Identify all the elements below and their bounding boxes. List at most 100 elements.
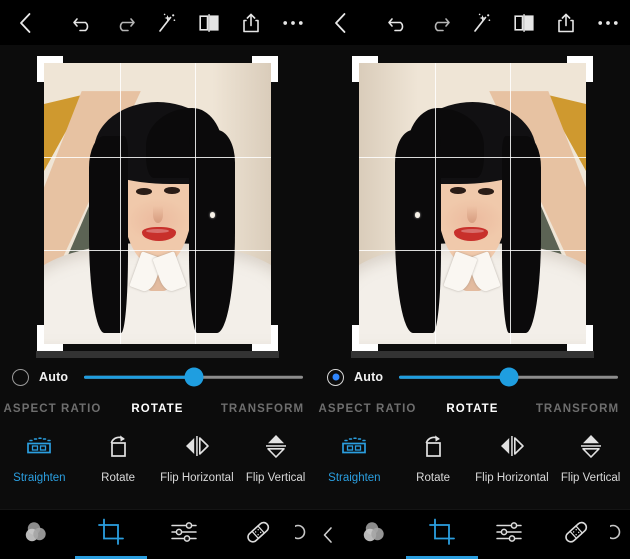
undo-icon[interactable] (386, 10, 410, 36)
more-dots-icon[interactable] (281, 10, 305, 36)
lip-highlight (461, 228, 484, 233)
share-icon[interactable] (239, 10, 263, 36)
auto-label: Auto (354, 370, 384, 384)
tab-rotate[interactable]: ROTATE (105, 403, 210, 415)
nav-crop[interactable] (74, 510, 148, 559)
crop-handle-bottom-left[interactable] (352, 325, 378, 351)
auto-radio[interactable] (12, 368, 29, 386)
tab-transform[interactable]: TRANSFORM (525, 403, 630, 415)
magic-wand-icon[interactable] (470, 10, 494, 36)
nav-crop[interactable] (405, 510, 478, 559)
tool-straighten[interactable]: Straighten (0, 431, 79, 484)
nav-next-partial[interactable] (610, 521, 630, 548)
tab-bar: ASPECT RATIO ROTATE TRANSFORM (315, 392, 630, 425)
redo-icon[interactable] (428, 10, 452, 36)
tool-label: Flip Horizontal (160, 472, 234, 484)
adjust-sliders-icon (170, 520, 198, 549)
straighten-icon (339, 431, 369, 461)
tool-label: Rotate (101, 472, 136, 484)
left-panel: Auto ASPECT RATIO ROTATE TRANSFORM Strai… (0, 0, 315, 559)
nav-adjust[interactable] (476, 510, 543, 559)
more-dots-icon[interactable] (596, 10, 620, 36)
tool-label: Straighten (13, 472, 66, 484)
photo-stage (0, 45, 315, 362)
tool-flip-vertical[interactable]: Flip Vertical (551, 431, 630, 484)
nav-heal[interactable] (221, 510, 295, 559)
crop-handle-bottom-left[interactable] (37, 325, 63, 351)
auto-slider-row: Auto (0, 362, 315, 392)
hair-left-strand (502, 136, 541, 333)
healing-bandage-icon (243, 519, 273, 550)
nav-prev-chevron-icon[interactable] (315, 526, 341, 544)
left-eye (478, 188, 495, 195)
nav-filters[interactable] (0, 510, 74, 559)
crop-handle-bottom-right[interactable] (252, 325, 278, 351)
hair-left-strand (89, 136, 128, 333)
flip-vertical-icon (263, 431, 289, 461)
crop-shadow (36, 351, 279, 358)
crop-shadow (351, 351, 594, 358)
crop-box[interactable] (351, 56, 594, 358)
crop-handle-top-right[interactable] (567, 56, 593, 82)
crop-icon (97, 518, 125, 551)
adjust-sliders-icon (495, 520, 523, 549)
slider-fill (399, 375, 509, 379)
tool-straighten[interactable]: Straighten (315, 431, 394, 484)
slider-knob[interactable] (499, 367, 519, 387)
redo-icon[interactable] (113, 10, 137, 36)
rotate-icon (105, 431, 131, 461)
auto-label: Auto (39, 370, 69, 384)
slider-knob[interactable] (184, 367, 204, 387)
top-toolbar (315, 0, 630, 45)
slider-fill (84, 375, 194, 379)
healing-bandage-icon (561, 519, 591, 550)
hair-right-strand (189, 130, 235, 333)
filters-icon (22, 520, 52, 549)
flip-horizontal-icon (182, 431, 212, 461)
photo-preview[interactable] (359, 63, 586, 344)
crop-handle-top-left[interactable] (352, 56, 378, 82)
rotate-icon (420, 431, 446, 461)
tool-flip-horizontal[interactable]: Flip Horizontal (158, 431, 237, 484)
right-eye (164, 186, 181, 194)
nav-adjust[interactable] (148, 510, 222, 559)
toolbar-actions (386, 10, 620, 36)
compare-split-icon[interactable] (512, 10, 536, 36)
tool-flip-vertical[interactable]: Flip Vertical (236, 431, 315, 484)
share-icon[interactable] (554, 10, 578, 36)
undo-icon[interactable] (71, 10, 95, 36)
crop-icon (428, 518, 456, 551)
hair-right-strand (395, 130, 441, 333)
photo-editor-comparison: Auto ASPECT RATIO ROTATE TRANSFORM Strai… (0, 0, 630, 559)
crop-handle-top-left[interactable] (37, 56, 63, 82)
photo-preview[interactable] (44, 63, 271, 344)
partial-icon (610, 521, 630, 548)
nav-heal[interactable] (543, 510, 610, 559)
tool-flip-horizontal[interactable]: Flip Horizontal (473, 431, 552, 484)
compare-split-icon[interactable] (197, 10, 221, 36)
crop-handle-top-right[interactable] (252, 56, 278, 82)
crop-box[interactable] (36, 56, 279, 358)
tool-rotate[interactable]: Rotate (79, 431, 158, 484)
flip-horizontal-icon (497, 431, 527, 461)
nav-next-partial[interactable] (295, 521, 315, 548)
straighten-slider[interactable] (84, 367, 303, 387)
tab-rotate[interactable]: ROTATE (420, 403, 525, 415)
chevron-left-icon[interactable] (329, 10, 351, 36)
tab-bar: ASPECT RATIO ROTATE TRANSFORM (0, 392, 315, 425)
auto-radio[interactable] (327, 368, 344, 386)
tool-rotate[interactable]: Rotate (394, 431, 473, 484)
tool-row: Straighten Rotate Flip Horizontal Flip V… (0, 425, 315, 509)
bottom-nav-bar (315, 509, 630, 559)
tool-label: Flip Vertical (245, 472, 306, 484)
tab-aspect-ratio[interactable]: ASPECT RATIO (0, 403, 105, 415)
straighten-icon (24, 431, 54, 461)
tab-aspect-ratio[interactable]: ASPECT RATIO (315, 403, 420, 415)
magic-wand-icon[interactable] (155, 10, 179, 36)
nav-filters[interactable] (341, 510, 408, 559)
straighten-slider[interactable] (399, 367, 618, 387)
tab-transform[interactable]: TRANSFORM (210, 403, 315, 415)
chevron-left-icon[interactable] (14, 10, 36, 36)
tool-label: Rotate (416, 472, 451, 484)
crop-handle-bottom-right[interactable] (567, 325, 593, 351)
